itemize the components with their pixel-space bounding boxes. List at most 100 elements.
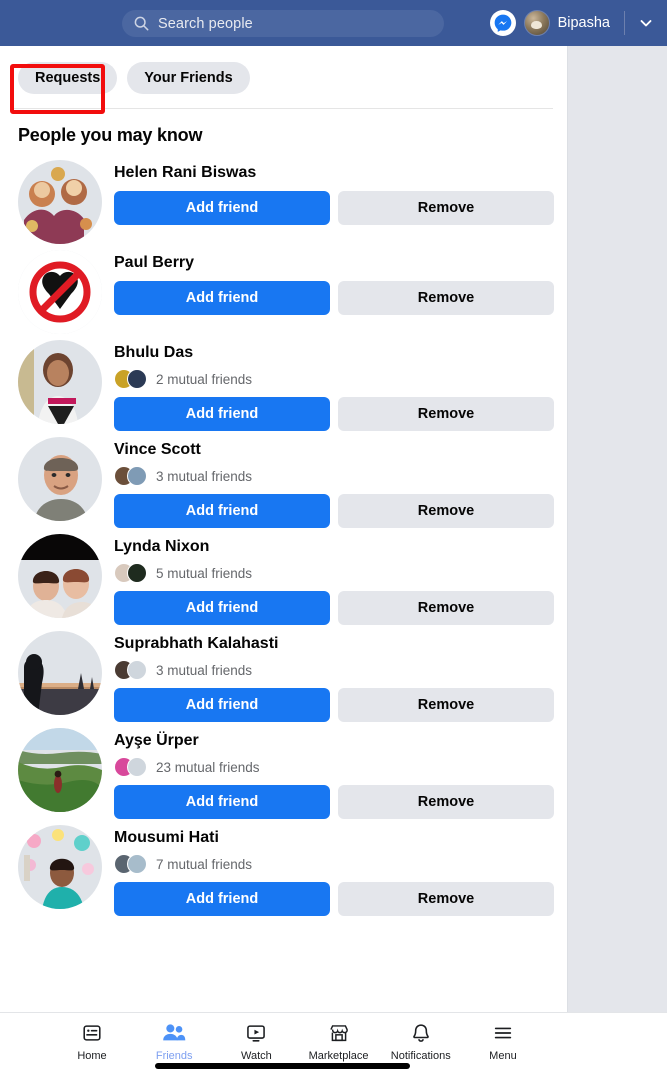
add-friend-button[interactable]: Add friend [114, 281, 330, 315]
friend-request-row: Lynda Nixon 5 mutual friends Add friend … [0, 530, 567, 625]
add-friend-button[interactable]: Add friend [114, 191, 330, 225]
friend-request-row: Vince Scott 3 mutual friends Add friend … [0, 433, 567, 528]
main-content-panel: Requests Your Friends People you may kno… [0, 46, 568, 1012]
remove-button[interactable]: Remove [338, 882, 554, 916]
remove-button[interactable]: Remove [338, 281, 554, 315]
remove-button[interactable]: Remove [338, 191, 554, 225]
friend-request-row: Mousumi Hati 7 mutual friends Add friend… [0, 821, 567, 916]
tab-requests[interactable]: Requests [18, 62, 118, 94]
nav-item-label: Notifications [390, 1050, 451, 1062]
friend-name[interactable]: Lynda Nixon [114, 537, 554, 557]
avatar-mousumi-hati[interactable] [18, 825, 102, 909]
avatar-container [18, 336, 106, 431]
mutual-avatar [127, 563, 147, 583]
people-you-may-know-list: Helen Rani Biswas Add friend Remove Paul… [0, 156, 567, 924]
avatar-container [18, 627, 106, 722]
bell-icon [410, 1020, 432, 1046]
friend-info: Lynda Nixon 5 mutual friends Add friend … [106, 530, 554, 625]
search-placeholder-text: Search people [158, 15, 253, 32]
friend-name[interactable]: Ayşe Ürper [114, 731, 554, 751]
avatar-paul-berry-no-heart[interactable] [18, 250, 102, 334]
friends-icon [162, 1020, 186, 1046]
friend-info: Ayşe Ürper 23 mutual friends Add friend … [106, 724, 554, 819]
remove-button[interactable]: Remove [338, 785, 554, 819]
mutual-friend-avatars [114, 466, 150, 486]
friend-request-row: Paul Berry Add friend Remove [0, 246, 567, 334]
avatar-ayse-urper[interactable] [18, 728, 102, 812]
avatar-helen-rani-biswas[interactable] [18, 160, 102, 244]
mutual-friends-count: 2 mutual friends [156, 371, 253, 387]
profile-name-label: Bipasha [557, 15, 610, 31]
friend-info: Helen Rani Biswas Add friend Remove [106, 156, 554, 244]
nav-item-label: Home [77, 1050, 107, 1062]
friend-info: Suprabhath Kalahasti 3 mutual friends Ad… [106, 627, 554, 722]
avatar-suprabhath-kalahasti[interactable] [18, 631, 102, 715]
header-divider [624, 11, 625, 35]
mutual-friends-count: 5 mutual friends [156, 565, 253, 581]
hamburger-menu-icon [492, 1020, 514, 1046]
avatar-lynda-nixon[interactable] [18, 534, 102, 618]
add-friend-button[interactable]: Add friend [114, 688, 330, 722]
friend-info: Paul Berry Add friend Remove [106, 246, 554, 334]
mutual-avatar [127, 854, 147, 874]
friend-info: Mousumi Hati 7 mutual friends Add friend… [106, 821, 554, 916]
nav-item-menu[interactable]: Menu [466, 1020, 540, 1062]
friend-action-buttons: Add friend Remove [114, 397, 554, 431]
avatar-container [18, 246, 106, 334]
search-input[interactable]: Search people [122, 10, 444, 37]
friend-name[interactable]: Paul Berry [114, 253, 554, 273]
bottom-navigation-bar: Home Friends Watch Marketplace Notificat… [0, 1012, 667, 1080]
remove-button[interactable]: Remove [338, 591, 554, 625]
mutual-friends-count: 7 mutual friends [156, 856, 253, 872]
add-friend-button[interactable]: Add friend [114, 397, 330, 431]
remove-button[interactable]: Remove [338, 397, 554, 431]
add-friend-button[interactable]: Add friend [114, 494, 330, 528]
remove-button[interactable]: Remove [338, 494, 554, 528]
remove-button[interactable]: Remove [338, 688, 554, 722]
mutual-friend-avatars [114, 854, 150, 874]
nav-item-watch[interactable]: Watch [219, 1020, 293, 1062]
mutual-avatar [127, 757, 147, 777]
friend-request-row: Suprabhath Kalahasti 3 mutual friends Ad… [0, 627, 567, 722]
nav-item-home[interactable]: Home [55, 1020, 129, 1062]
facebook-friends-screen: Search people Bipasha Requests Your Frie… [0, 0, 667, 1080]
tab-your-friends[interactable]: Your Friends [127, 62, 250, 94]
friend-request-row: Ayşe Ürper 23 mutual friends Add friend … [0, 724, 567, 819]
add-friend-button[interactable]: Add friend [114, 591, 330, 625]
mutual-friends-group: 5 mutual friends [114, 563, 554, 583]
avatar-container [18, 724, 106, 819]
nav-item-label: Friends [155, 1050, 193, 1062]
mutual-friends-group: 3 mutual friends [114, 660, 554, 680]
friend-name[interactable]: Mousumi Hati [114, 828, 554, 848]
page-background-right [568, 46, 667, 1012]
friend-action-buttons: Add friend Remove [114, 785, 554, 819]
friend-name[interactable]: Vince Scott [114, 440, 554, 460]
add-friend-button[interactable]: Add friend [114, 882, 330, 916]
friend-name[interactable]: Helen Rani Biswas [114, 163, 554, 183]
profile-avatar[interactable] [523, 10, 550, 36]
avatar-container [18, 821, 106, 916]
page-title: People you may know [18, 125, 203, 145]
friend-action-buttons: Add friend Remove [114, 281, 554, 315]
nav-item-marketplace[interactable]: Marketplace [302, 1020, 376, 1062]
friend-info: Vince Scott 3 mutual friends Add friend … [106, 433, 554, 528]
nav-item-label: Menu [489, 1050, 517, 1062]
avatar-vince-scott[interactable] [18, 437, 102, 521]
mutual-friends-group: 2 mutual friends [114, 369, 554, 389]
chevron-down-icon[interactable] [635, 12, 657, 34]
add-friend-button[interactable]: Add friend [114, 785, 330, 819]
mutual-friend-avatars [114, 369, 150, 389]
avatar-bhulu-das[interactable] [18, 340, 102, 424]
nav-item-friends[interactable]: Friends [137, 1020, 211, 1062]
mutual-friend-avatars [114, 757, 150, 777]
mutual-friends-count: 3 mutual friends [156, 468, 253, 484]
nav-item-notifications[interactable]: Notifications [384, 1020, 458, 1062]
mutual-avatar [127, 466, 147, 486]
friend-name[interactable]: Bhulu Das [114, 343, 554, 363]
mutual-friends-group: 3 mutual friends [114, 466, 554, 486]
friend-name[interactable]: Suprabhath Kalahasti [114, 634, 554, 654]
messenger-icon[interactable] [489, 10, 516, 36]
avatar-container [18, 530, 106, 625]
friend-action-buttons: Add friend Remove [114, 494, 554, 528]
avatar-container [18, 156, 106, 244]
